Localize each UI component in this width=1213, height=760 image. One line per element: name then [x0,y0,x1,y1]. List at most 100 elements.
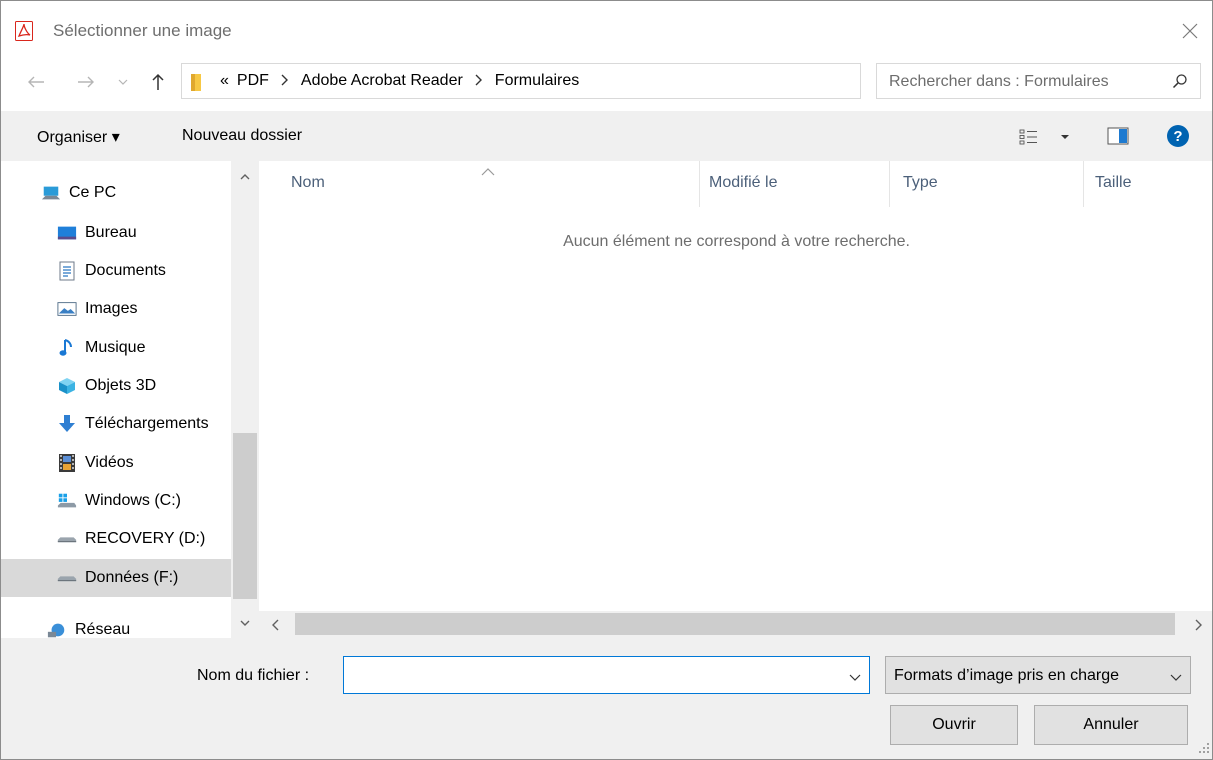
chevron-right-icon [1195,619,1202,630]
folder-icon [190,72,206,97]
chevron-right-icon[interactable] [475,73,483,89]
preview-pane-icon [1107,127,1129,145]
filename-combobox[interactable] [343,656,870,694]
column-divider[interactable] [889,161,890,207]
acrobat-pdf-icon [15,21,33,41]
breadcrumb-item[interactable]: Adobe Acrobat Reader [301,72,463,90]
search-icon[interactable] [1172,73,1188,94]
address-bar[interactable]: « PDF Adobe Acrobat Reader Formulaires [181,63,1025,99]
filename-history-dropdown[interactable] [849,669,861,687]
tree-item-recovery-d[interactable]: RECOVERY (D:) [1,520,231,558]
chevron-down-icon [849,674,861,681]
filename-label: Nom du fichier : [197,667,310,684]
tree-item-images[interactable]: Images [1,290,231,328]
details-view-icon [1019,129,1069,145]
column-header-modified[interactable]: Modifié le [709,174,777,192]
tree-item-label: Téléchargements [85,415,209,432]
back-button[interactable] [25,69,47,95]
tree-item-label: Objets 3D [85,377,157,394]
scroll-down-button[interactable] [231,612,259,634]
navigation-vertical-scrollbar[interactable] [231,161,259,638]
tree-item-videos[interactable]: Vidéos [1,444,231,482]
file-list-pane[interactable]: Nom Modifié le Type Taille Aucun élément… [259,161,1212,638]
up-button[interactable] [147,69,169,95]
view-options-button[interactable] [1019,129,1073,150]
tree-item-label: Vidéos [85,454,134,471]
cancel-button[interactable]: Annuler [1034,705,1188,745]
tree-item-ce-pc[interactable]: Ce PC [1,174,231,212]
empty-folder-message: Aucun élément ne correspond à votre rech… [563,233,910,250]
tree-item-windows-c[interactable]: Windows (C:) [1,482,231,520]
column-header-size[interactable]: Taille [1095,174,1131,192]
close-icon [1182,23,1198,39]
drive-icon [57,529,77,549]
breadcrumb-item[interactable]: PDF [237,72,269,90]
network-icon [47,620,67,638]
drive-icon [57,568,77,588]
chevron-down-icon [1170,669,1182,687]
tree-item-label: Windows (C:) [85,492,182,509]
filename-input[interactable] [348,661,828,689]
tree-item-bureau[interactable]: Bureau [1,214,231,252]
computer-icon [41,183,61,203]
column-divider[interactable] [1083,161,1084,207]
help-icon: ? [1167,125,1189,147]
resize-grip-icon[interactable] [1198,741,1210,759]
new-folder-button[interactable]: Nouveau dossier [182,127,302,145]
forward-button[interactable] [75,69,97,95]
open-button[interactable]: Ouvrir [890,705,1018,745]
windows-drive-icon [57,491,77,511]
file-open-dialog: Sélectionner une image « PDF Adobe Acrob… [0,0,1213,760]
tree-item-label: Données (F:) [85,569,179,586]
tree-item-documents[interactable]: Documents [1,252,231,290]
chevron-up-icon [240,173,250,179]
dialog-footer: Nom du fichier : Formats d’image pris en… [1,638,1212,759]
scroll-left-button[interactable] [261,611,289,638]
tree-item-label: Ce PC [69,184,117,201]
objects-3d-icon [57,376,77,396]
help-button[interactable]: ? [1166,124,1190,153]
arrow-up-icon [152,73,164,90]
preview-pane-button[interactable] [1107,127,1129,150]
arrow-left-icon [28,76,44,88]
close-button[interactable] [1176,17,1204,45]
sort-ascending-icon [481,163,495,181]
breadcrumb-overflow[interactable]: « [220,72,229,90]
arrow-right-icon [78,76,94,88]
tree-item-label: RECOVERY (D:) [85,530,206,547]
scrollbar-thumb[interactable] [233,433,257,599]
breadcrumb: « PDF Adobe Acrobat Reader Formulaires [220,72,579,90]
documents-icon [57,261,77,281]
breadcrumb-item[interactable]: Formulaires [495,72,579,90]
column-header-name[interactable]: Nom [291,174,325,192]
tree-item-objets-3d[interactable]: Objets 3D [1,367,231,405]
scrollbar-thumb[interactable] [295,613,1175,635]
column-header-type[interactable]: Type [903,174,938,192]
file-type-filter-value: Formats d’image pris en charge [894,667,1119,684]
tree-item-donnees-f[interactable]: Données (F:) [1,559,231,597]
tree-item-label: Musique [85,339,146,356]
chevron-right-icon[interactable] [281,73,289,89]
downloads-icon [57,414,77,434]
search-box[interactable]: Rechercher dans : Formulaires [876,63,1201,99]
music-icon [57,338,77,358]
scroll-right-button[interactable] [1184,611,1212,638]
navigation-pane[interactable]: Ce PC Bureau Documents Images Musique Ob… [1,161,259,638]
videos-icon [57,453,77,473]
tree-item-musique[interactable]: Musique [1,329,231,367]
tree-item-label: Documents [85,262,166,279]
tree-item-telechargements[interactable]: Téléchargements [1,405,231,443]
recent-locations-button[interactable] [115,69,131,95]
column-divider[interactable] [699,161,700,207]
scroll-up-button[interactable] [231,165,259,187]
tree-item-label: Réseau [75,621,131,638]
navigation-bar: « PDF Adobe Acrobat Reader Formulaires R… [1,59,1212,107]
organize-menu-button[interactable]: Organiser ▾ [37,127,120,147]
search-placeholder[interactable]: Rechercher dans : Formulaires [889,73,1109,91]
images-icon [57,299,77,319]
tree-item-reseau[interactable]: Réseau [1,611,231,638]
command-toolbar: Organiser ▾ Nouveau dossier ? [1,111,1212,161]
svg-text:?: ? [1173,128,1182,145]
file-type-filter-select[interactable]: Formats d’image pris en charge [885,656,1191,694]
file-list-horizontal-scrollbar[interactable] [259,611,1212,638]
